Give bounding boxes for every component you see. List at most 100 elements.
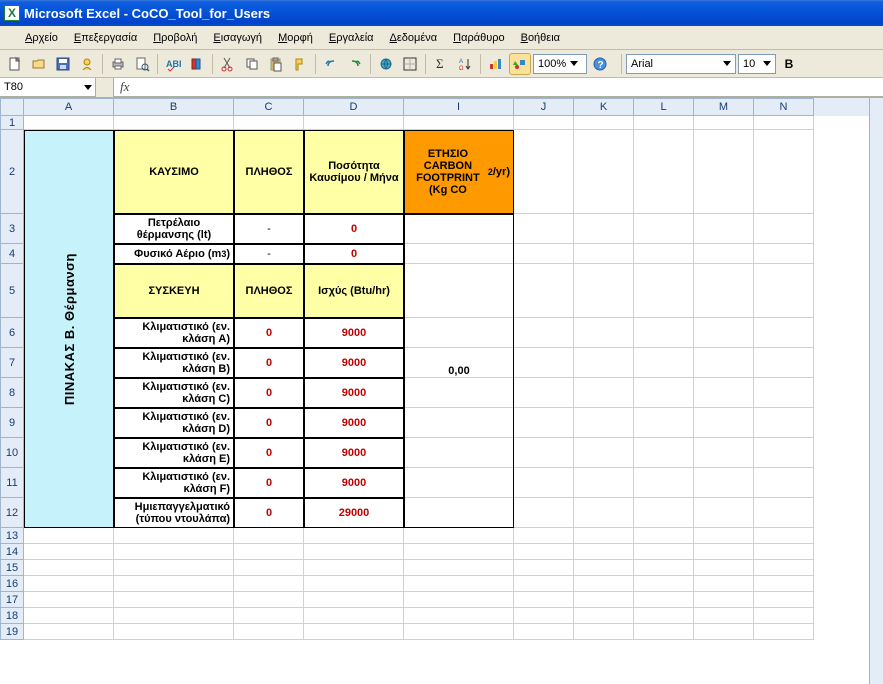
device-5-qty[interactable]: 0 [234, 468, 304, 498]
print-preview-button[interactable] [131, 53, 153, 75]
zoom-combo[interactable]: 100% [533, 54, 587, 74]
device-0-power[interactable]: 9000 [304, 318, 404, 348]
drawing-button[interactable] [509, 53, 531, 75]
side-label[interactable]: ΠΙΝΑΚΑΣ Β. Θέρμανση [24, 130, 114, 528]
select-all-corner[interactable] [0, 98, 24, 116]
spreadsheet-grid[interactable]: ABCDIJKLMN 12345678910111213141516171819… [0, 98, 883, 684]
row-header-1[interactable]: 1 [0, 116, 24, 130]
menu-αρχείο[interactable]: Αρχείο [18, 30, 65, 46]
device-4-power[interactable]: 9000 [304, 438, 404, 468]
hdr-fuel[interactable]: ΚΑΥΣΙΜΟ [114, 130, 234, 214]
device-3-power[interactable]: 9000 [304, 408, 404, 438]
hdr-carbon[interactable]: ΕΤΗΣΙΟ CARBONFOOTPRINT(Kg CO2/yr) [404, 130, 514, 214]
fx-icon[interactable]: fx [120, 79, 129, 95]
carbon-total[interactable]: 0,00 [404, 214, 514, 528]
row-header-11[interactable]: 11 [0, 468, 24, 498]
device-2-power[interactable]: 9000 [304, 378, 404, 408]
menu-μορφή[interactable]: Μορφή [271, 30, 320, 46]
menu-προβολή[interactable]: Προβολή [146, 30, 204, 46]
row-header-2[interactable]: 2 [0, 130, 24, 214]
name-box[interactable]: T80 [0, 78, 96, 97]
new-button[interactable] [4, 53, 26, 75]
device-2-qty[interactable]: 0 [234, 378, 304, 408]
hdr-device[interactable]: ΣΥΣΚΕΥΗ [114, 264, 234, 318]
row-header-4[interactable]: 4 [0, 244, 24, 264]
menu-εισαγωγή[interactable]: Εισαγωγή [206, 30, 269, 46]
row-header-19[interactable]: 19 [0, 624, 24, 640]
col-header-D[interactable]: D [304, 98, 404, 116]
hdr-monthqty[interactable]: Ποσότητα Καυσίμου / Μήνα [304, 130, 404, 214]
row-header-6[interactable]: 6 [0, 318, 24, 348]
print-button[interactable] [107, 53, 129, 75]
device-6-power[interactable]: 29000 [304, 498, 404, 528]
device-3-qty[interactable]: 0 [234, 408, 304, 438]
row-header-8[interactable]: 8 [0, 378, 24, 408]
row-header-15[interactable]: 15 [0, 560, 24, 576]
row-header-5[interactable]: 5 [0, 264, 24, 318]
device-5-label[interactable]: Κλιματιστικό (εν. κλάση F) [114, 468, 234, 498]
redo-button[interactable] [344, 53, 366, 75]
col-header-A[interactable]: A [24, 98, 114, 116]
device-2-label[interactable]: Κλιματιστικό (εν. κλάση C) [114, 378, 234, 408]
device-0-qty[interactable]: 0 [234, 318, 304, 348]
device-0-label[interactable]: Κλιματιστικό (εν. κλάση A) [114, 318, 234, 348]
col-header-C[interactable]: C [234, 98, 304, 116]
row-header-18[interactable]: 18 [0, 608, 24, 624]
sort-asc-button[interactable]: AΩ [454, 53, 476, 75]
save-button[interactable] [52, 53, 74, 75]
col-header-M[interactable]: M [694, 98, 754, 116]
undo-button[interactable] [320, 53, 342, 75]
col-header-B[interactable]: B [114, 98, 234, 116]
row-header-14[interactable]: 14 [0, 544, 24, 560]
format-painter-button[interactable] [289, 53, 311, 75]
device-1-label[interactable]: Κλιματιστικό (εν. κλάση B) [114, 348, 234, 378]
device-4-label[interactable]: Κλιματιστικό (εν. κλάση E) [114, 438, 234, 468]
spelling-button[interactable]: ABΓ [162, 53, 184, 75]
menu-παράθυρο[interactable]: Παράθυρο [446, 30, 511, 46]
hyperlink-button[interactable] [375, 53, 397, 75]
row-header-7[interactable]: 7 [0, 348, 24, 378]
research-button[interactable] [186, 53, 208, 75]
border-button[interactable] [399, 53, 421, 75]
formula-input[interactable]: fx [114, 78, 883, 97]
fuel1-qty[interactable]: - [234, 214, 304, 244]
row-header-17[interactable]: 17 [0, 592, 24, 608]
font-combo[interactable]: Arial [626, 54, 736, 74]
row-header-12[interactable]: 12 [0, 498, 24, 528]
hdr-qty2[interactable]: ΠΛΗΘΟΣ [234, 264, 304, 318]
fuel2-val[interactable]: 0 [304, 244, 404, 264]
device-1-power[interactable]: 9000 [304, 348, 404, 378]
col-header-K[interactable]: K [574, 98, 634, 116]
row-header-3[interactable]: 3 [0, 214, 24, 244]
fuel2-label[interactable]: Φυσικό Αέριο (m3) [114, 244, 234, 264]
device-5-power[interactable]: 9000 [304, 468, 404, 498]
col-header-N[interactable]: N [754, 98, 814, 116]
cut-button[interactable] [217, 53, 239, 75]
device-6-label[interactable]: Ημιεπαγγελματικό (τύπου ντουλάπα) [114, 498, 234, 528]
col-header-L[interactable]: L [634, 98, 694, 116]
col-header-J[interactable]: J [514, 98, 574, 116]
chart-wizard-button[interactable] [485, 53, 507, 75]
bold-button[interactable]: B [778, 53, 800, 75]
row-header-16[interactable]: 16 [0, 576, 24, 592]
autosum-button[interactable]: Σ [430, 53, 452, 75]
help-button[interactable]: ? [589, 53, 611, 75]
menu-επεξεργασία[interactable]: Επεξεργασία [67, 30, 144, 46]
copy-button[interactable] [241, 53, 263, 75]
open-button[interactable] [28, 53, 50, 75]
row-header-13[interactable]: 13 [0, 528, 24, 544]
fuel1-val[interactable]: 0 [304, 214, 404, 244]
fuel1-label[interactable]: Πετρέλαιο θέρμανσης (lt) [114, 214, 234, 244]
menu-δεδομένα[interactable]: Δεδομένα [383, 30, 445, 46]
menu-εργαλεία[interactable]: Εργαλεία [322, 30, 381, 46]
device-6-qty[interactable]: 0 [234, 498, 304, 528]
menu-βοήθεια[interactable]: Βοήθεια [514, 30, 567, 46]
row-header-10[interactable]: 10 [0, 438, 24, 468]
permission-button[interactable] [76, 53, 98, 75]
fontsize-combo[interactable]: 10 [738, 54, 776, 74]
hdr-power[interactable]: Ισχύς (Btu/hr) [304, 264, 404, 318]
device-4-qty[interactable]: 0 [234, 438, 304, 468]
device-1-qty[interactable]: 0 [234, 348, 304, 378]
hdr-qty[interactable]: ΠΛΗΘΟΣ [234, 130, 304, 214]
device-3-label[interactable]: Κλιματιστικό (εν. κλάση D) [114, 408, 234, 438]
